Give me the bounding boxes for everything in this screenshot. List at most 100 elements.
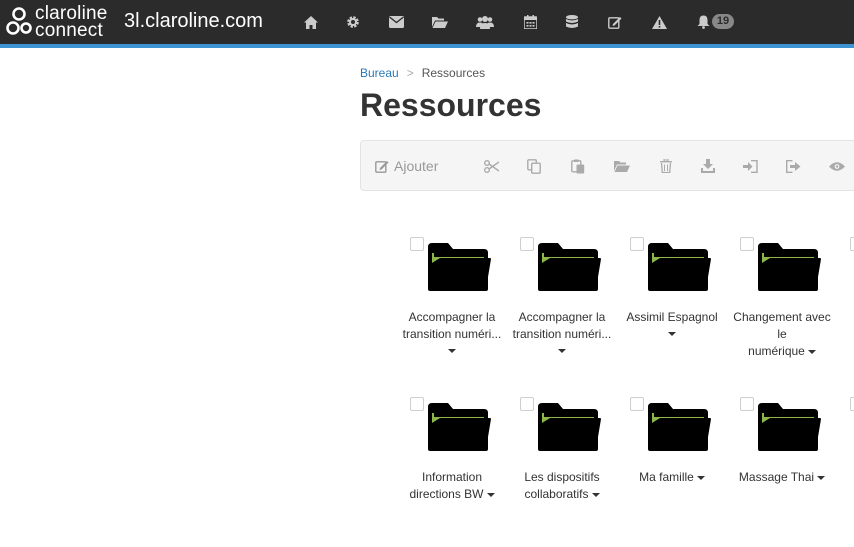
resource-name-line2: transition numéri... — [512, 327, 612, 341]
breadcrumb-current: Ressources — [421, 66, 486, 80]
preview-button[interactable] — [828, 157, 846, 175]
claroline-logo-icon — [6, 7, 32, 35]
resource-label[interactable]: Accompagner la transition numéri... — [511, 309, 613, 353]
resource-label[interactable]: Assimil Espagnol — [621, 309, 723, 336]
download-button[interactable] — [699, 157, 717, 175]
resource-checkbox[interactable] — [630, 397, 644, 411]
folder-icon — [648, 243, 711, 291]
resource-tile[interactable]: Ma famille — [630, 397, 740, 547]
breadcrumb-separator: > — [406, 66, 414, 80]
resource-tile[interactable]: Assimil Espagnol — [626, 237, 740, 387]
folder-open-icon[interactable] — [430, 12, 450, 32]
resource-name-line2: collaboratifs — [524, 487, 589, 501]
resource-checkbox[interactable] — [740, 237, 754, 251]
resource-name-line1: Massage Thai — [738, 470, 815, 484]
home-icon[interactable] — [301, 12, 321, 32]
top-navbar: claroline connect 3l.claroline.com 19 — [0, 0, 854, 48]
resource-name-line1: Assimil Espagnol — [626, 310, 718, 324]
logo-text-connect: connect — [35, 20, 103, 41]
folder-icon — [428, 403, 491, 451]
warning-icon[interactable] — [649, 12, 669, 32]
resource-name-line1: Accompagner la — [518, 310, 606, 324]
resource-label[interactable]: Ma famille — [621, 469, 723, 486]
notification-count-badge[interactable]: 19 — [712, 14, 734, 29]
paste-button[interactable] — [569, 157, 587, 175]
resource-menu-caret[interactable] — [696, 475, 705, 480]
resource-menu-caret[interactable] — [486, 492, 495, 497]
add-resource-button[interactable]: Ajouter — [375, 157, 438, 175]
breadcrumb: Bureau > Ressources — [360, 66, 485, 80]
trash-icon — [660, 159, 672, 173]
resource-tile[interactable]: Information directions BW — [409, 397, 520, 547]
download-icon — [701, 159, 715, 173]
resource-tile[interactable] — [850, 397, 854, 547]
resource-label[interactable]: Information directions BW — [401, 469, 503, 503]
add-resource-label: Ajouter — [394, 158, 439, 174]
folder-icon — [758, 403, 821, 451]
resource-label[interactable]: Accompagner la transition numéri... — [401, 309, 503, 353]
folder-open-icon — [614, 161, 630, 172]
export-button[interactable] — [784, 157, 802, 175]
delete-button[interactable] — [657, 157, 675, 175]
resource-tile[interactable]: Les dispositifs collaboratifs — [520, 397, 630, 547]
envelope-icon[interactable] — [386, 12, 406, 32]
resource-menu-caret[interactable] — [668, 332, 676, 336]
resource-checkbox[interactable] — [740, 397, 754, 411]
resource-checkbox[interactable] — [520, 237, 534, 251]
page-title: Ressources — [360, 87, 542, 123]
copy-button[interactable] — [525, 157, 543, 175]
resource-tile[interactable] — [850, 237, 854, 387]
site-name[interactable]: 3l.claroline.com — [124, 10, 263, 32]
resource-name-line1: Les dispositifs — [524, 470, 600, 484]
folder-icon — [538, 403, 601, 451]
sign-in-icon — [742, 159, 758, 173]
database-icon[interactable] — [562, 12, 582, 32]
resource-tile[interactable]: Accompagner la transition numéri... — [513, 237, 630, 387]
resource-tile[interactable]: Accompagner la transition numéri... — [403, 237, 520, 387]
folder-icon — [428, 243, 491, 291]
cut-button[interactable] — [482, 157, 500, 175]
edit-icon — [375, 161, 389, 173]
copy-icon — [527, 158, 541, 174]
claroline-logo[interactable]: claroline connect — [6, 4, 118, 40]
folder-icon — [648, 403, 711, 451]
resource-name-line1: Ma famille — [639, 470, 694, 484]
resource-checkbox[interactable] — [630, 237, 644, 251]
users-icon[interactable] — [475, 12, 495, 32]
resource-menu-caret[interactable] — [807, 349, 816, 354]
sign-out-icon — [785, 159, 800, 173]
resource-checkbox[interactable] — [850, 397, 854, 411]
resource-tile[interactable]: Massage Thai — [739, 397, 850, 547]
open-folder-button[interactable] — [613, 157, 631, 175]
resource-checkbox[interactable] — [850, 237, 854, 251]
resource-toolbar: Ajouter — [360, 140, 854, 191]
eye-icon — [829, 161, 845, 171]
resource-label[interactable]: Changement avec le numérique — [731, 309, 833, 360]
bell-icon[interactable] — [693, 12, 713, 32]
resource-name-line1: Changement avec le — [733, 310, 831, 341]
resource-checkbox[interactable] — [410, 237, 424, 251]
resource-checkbox[interactable] — [410, 397, 424, 411]
resource-menu-caret[interactable] — [817, 475, 826, 480]
gear-icon[interactable] — [343, 12, 363, 32]
resource-menu-caret[interactable] — [558, 349, 566, 353]
edit-icon[interactable] — [605, 12, 625, 32]
resource-label[interactable]: Les dispositifs collaboratifs — [511, 469, 613, 503]
folder-icon — [538, 243, 601, 291]
resource-name-line2: directions BW — [409, 487, 484, 501]
resource-menu-caret[interactable] — [448, 349, 456, 353]
import-button[interactable] — [741, 157, 759, 175]
calendar-icon[interactable] — [520, 12, 540, 32]
scissors-icon — [483, 159, 499, 173]
folder-icon — [758, 243, 821, 291]
resource-tile[interactable]: Changement avec le numérique — [733, 237, 850, 387]
paste-icon — [571, 159, 585, 173]
resource-label[interactable]: Massage Thai — [731, 469, 833, 486]
resource-name-line1: Information — [421, 470, 483, 484]
resource-menu-caret[interactable] — [591, 492, 600, 497]
resource-checkbox[interactable] — [520, 397, 534, 411]
resource-name-line1: Accompagner la — [408, 310, 496, 324]
resource-name-line2: transition numéri... — [402, 327, 502, 341]
breadcrumb-link-bureau[interactable]: Bureau — [360, 66, 399, 80]
resource-name-line2: numérique — [748, 344, 805, 358]
